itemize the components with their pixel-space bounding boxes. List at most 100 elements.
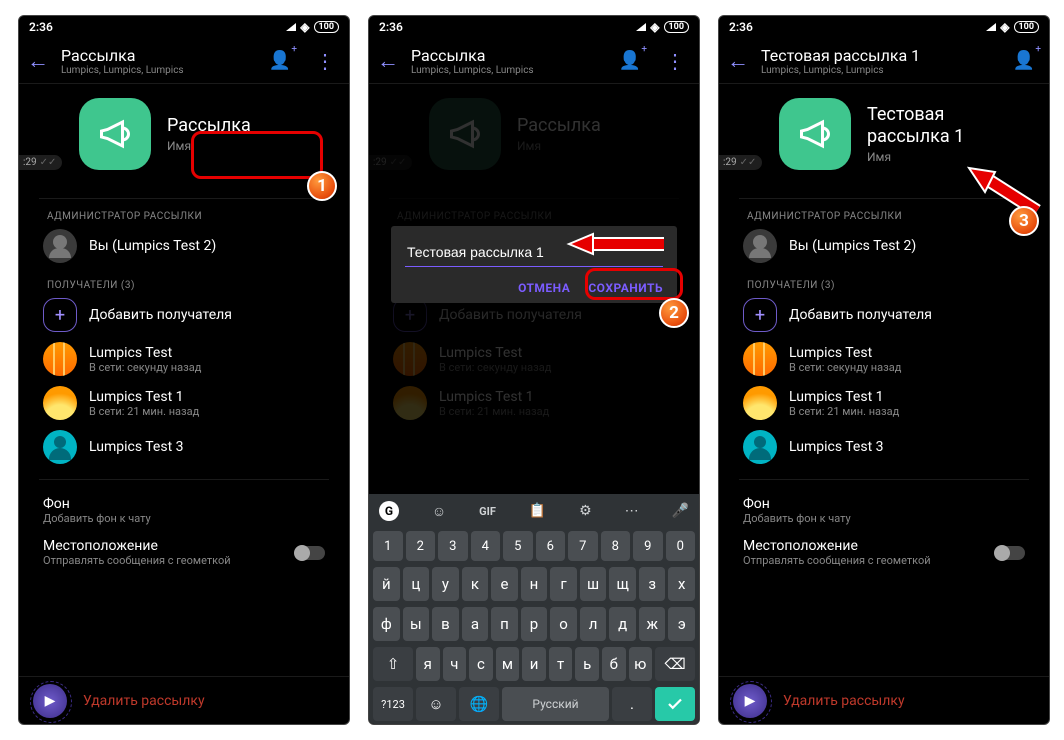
- wifi-icon: ◈: [300, 20, 309, 34]
- back-icon[interactable]: ←: [27, 48, 49, 74]
- key-х[interactable]: х: [668, 567, 695, 601]
- location-toggle[interactable]: [995, 546, 1025, 560]
- recipient-row[interactable]: Lumpics Test 3: [719, 425, 1049, 469]
- key-н[interactable]: н: [521, 567, 548, 601]
- key-ю[interactable]: ю: [629, 647, 653, 681]
- add-recipient-row[interactable]: + Добавить получателя: [719, 293, 1049, 337]
- key-к[interactable]: к: [462, 567, 489, 601]
- key-с[interactable]: с: [469, 647, 493, 681]
- location-setting[interactable]: МестоположениеОтправлять сообщения с гео…: [719, 532, 1049, 574]
- backspace-key[interactable]: ⌫: [655, 647, 695, 681]
- period-key[interactable]: .: [612, 687, 652, 721]
- add-user-icon[interactable]: 👤: [1013, 50, 1035, 71]
- recipient-row[interactable]: Lumpics Test 1 В сети: 21 мин. назад: [19, 381, 349, 425]
- avatar-recipient-1: [43, 342, 77, 376]
- location-toggle[interactable]: [295, 546, 325, 560]
- key-д[interactable]: д: [609, 607, 636, 641]
- enter-key[interactable]: [655, 687, 695, 721]
- emoji-key[interactable]: ☺: [416, 687, 456, 721]
- key-ч[interactable]: ч: [443, 647, 467, 681]
- key-ф[interactable]: ф: [373, 607, 400, 641]
- key-м[interactable]: м: [496, 647, 520, 681]
- key-а[interactable]: а: [462, 607, 489, 641]
- mic-icon[interactable]: 🎤: [672, 503, 689, 519]
- keyboard-num-row: 1234567890: [369, 528, 699, 564]
- key-ж[interactable]: ж: [639, 607, 666, 641]
- key-щ[interactable]: щ: [609, 567, 636, 601]
- key-ц[interactable]: ц: [403, 567, 430, 601]
- keyboard-row-1: йцукенгшщзх: [369, 564, 699, 604]
- key-б[interactable]: б: [602, 647, 626, 681]
- location-setting[interactable]: Местоположение Отправлять сообщения с ге…: [19, 532, 349, 574]
- key-7[interactable]: 7: [568, 531, 598, 561]
- key-1[interactable]: 1: [373, 531, 403, 561]
- callout-3: 3: [1009, 206, 1039, 236]
- status-bar: 2:36 ◈ 100: [19, 16, 349, 38]
- avatar-recipient-3: [43, 430, 77, 464]
- admin-section-label: АДМИНИСТРАТОР РАССЫЛКИ: [19, 209, 349, 224]
- megaphone-icon: [79, 98, 151, 170]
- recipient-row[interactable]: Lumpics Test В сети: секунду назад: [19, 337, 349, 381]
- background-setting[interactable]: Фон Добавить фон к чату: [719, 490, 1049, 532]
- key-2[interactable]: 2: [406, 531, 436, 561]
- shift-key[interactable]: ⇧: [373, 647, 413, 681]
- key-э[interactable]: э: [668, 607, 695, 641]
- status-bar: 2:36 ◈ 100: [369, 16, 699, 38]
- key-й[interactable]: й: [373, 567, 400, 601]
- onscreen-keyboard[interactable]: G ☺ GIF 📋 ⚙ ⋯ 🎤 1234567890 йцукенгшщзх ф…: [369, 494, 699, 724]
- play-fab[interactable]: ▶: [733, 684, 767, 718]
- key-у[interactable]: у: [432, 567, 459, 601]
- recipient-row[interactable]: Lumpics TestВ сети: секунду назад: [719, 337, 1049, 381]
- key-г[interactable]: г: [550, 567, 577, 601]
- key-з[interactable]: з: [639, 567, 666, 601]
- key-о[interactable]: о: [550, 607, 577, 641]
- key-р[interactable]: р: [521, 607, 548, 641]
- broadcast-name: Тестовая рассылка 1: [867, 104, 964, 147]
- more-kb-icon[interactable]: ⋯: [625, 503, 639, 519]
- spacebar-key[interactable]: Русский: [502, 687, 609, 721]
- delete-broadcast-link[interactable]: Удалить рассылку: [83, 693, 205, 709]
- delete-broadcast-link[interactable]: Удалить рассылку: [783, 693, 905, 709]
- more-icon[interactable]: ⋮: [315, 49, 335, 73]
- more-icon[interactable]: ⋮: [665, 49, 685, 73]
- add-user-icon[interactable]: 👤: [269, 50, 291, 71]
- globe-key[interactable]: 🌐: [459, 687, 499, 721]
- add-recipient-row[interactable]: + Добавить получателя: [19, 293, 349, 337]
- play-fab[interactable]: ▶: [33, 684, 67, 718]
- key-8[interactable]: 8: [601, 531, 631, 561]
- sticker-icon[interactable]: ☺: [432, 503, 446, 520]
- key-ы[interactable]: ы: [403, 607, 430, 641]
- clipboard-icon[interactable]: 📋: [529, 503, 546, 519]
- key-я[interactable]: я: [416, 647, 440, 681]
- google-icon[interactable]: G: [379, 501, 399, 521]
- key-3[interactable]: 3: [438, 531, 468, 561]
- symbols-key[interactable]: ?123: [373, 687, 413, 721]
- key-9[interactable]: 9: [633, 531, 663, 561]
- add-user-icon[interactable]: 👤: [619, 50, 641, 71]
- settings-icon[interactable]: ⚙: [579, 503, 592, 519]
- status-time: 2:36: [379, 20, 403, 34]
- key-п[interactable]: п: [491, 607, 518, 641]
- background-setting[interactable]: Фон Добавить фон к чату: [19, 490, 349, 532]
- bottom-bar: ▶ Удалить рассылку: [19, 676, 349, 724]
- back-icon[interactable]: ←: [727, 48, 749, 74]
- key-т[interactable]: т: [549, 647, 573, 681]
- key-и[interactable]: и: [522, 647, 546, 681]
- gif-icon[interactable]: GIF: [479, 505, 496, 518]
- key-в[interactable]: в: [432, 607, 459, 641]
- recipient-row[interactable]: Lumpics Test 1В сети: 21 мин. назад: [719, 381, 1049, 425]
- key-5[interactable]: 5: [503, 531, 533, 561]
- key-е[interactable]: е: [491, 567, 518, 601]
- recipient-row[interactable]: Lumpics Test 3: [19, 425, 349, 469]
- key-4[interactable]: 4: [471, 531, 501, 561]
- status-bar: 2:36 ◈ 100: [719, 16, 1049, 38]
- signal-icon: [636, 23, 646, 31]
- key-ш[interactable]: ш: [580, 567, 607, 601]
- back-icon[interactable]: ←: [377, 48, 399, 74]
- key-л[interactable]: л: [580, 607, 607, 641]
- key-0[interactable]: 0: [666, 531, 696, 561]
- cancel-button[interactable]: ОТМЕНА: [518, 281, 570, 295]
- screen-2: 2:36 ◈ 100 ← Рассылка Lumpics, Lumpics, …: [368, 15, 700, 725]
- key-6[interactable]: 6: [536, 531, 566, 561]
- key-ь[interactable]: ь: [575, 647, 599, 681]
